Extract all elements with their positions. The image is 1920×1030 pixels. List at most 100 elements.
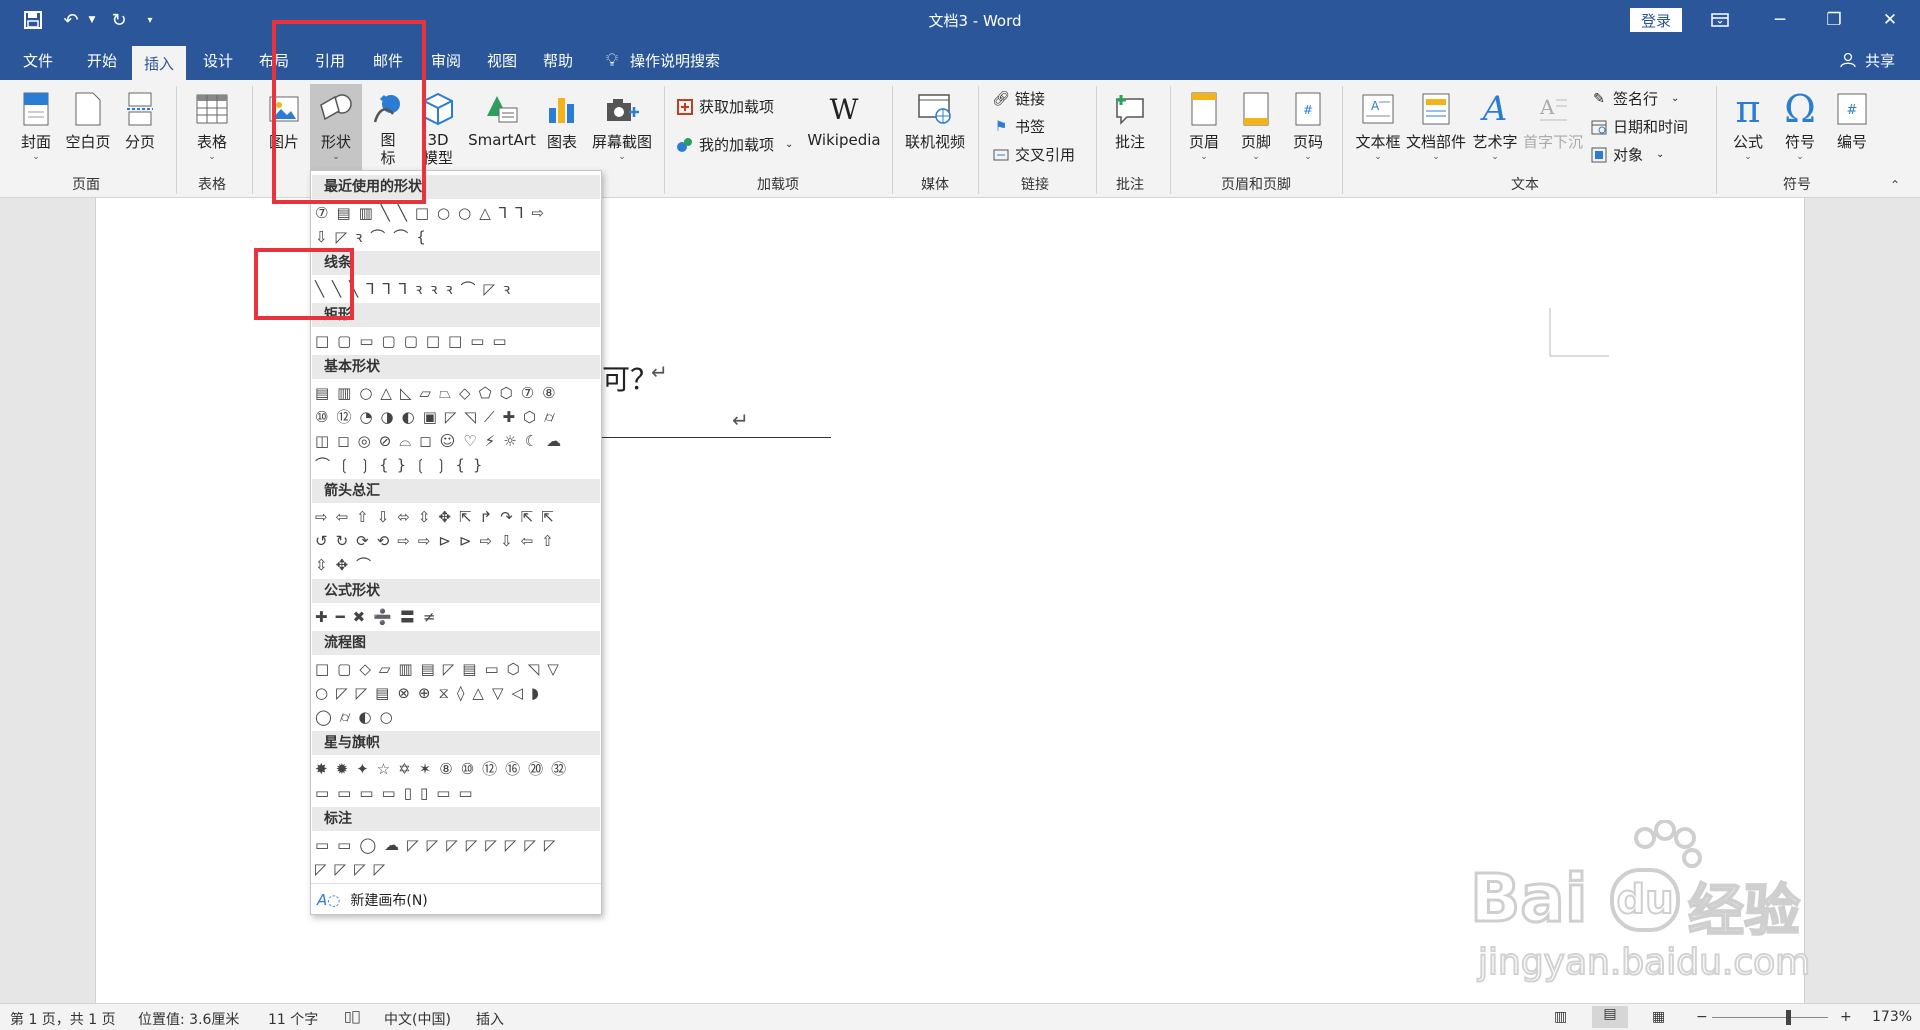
tab-view[interactable]: 视图 <box>474 40 530 80</box>
ribbon-display-icon[interactable] <box>1692 0 1748 40</box>
group-divider <box>978 86 979 194</box>
wikipedia-button[interactable]: W Wikipedia <box>806 90 882 150</box>
symbol-button[interactable]: Ω 符号 ⌄ <box>1776 87 1824 162</box>
shape-row[interactable]: ▤▥○△◺▱⏢◇⬠⬡⑦⑧ <box>315 381 599 405</box>
shape-row[interactable]: ○◸◸▤⊗⊕⧖◊△▽◁◗ <box>315 681 599 705</box>
tab-file[interactable]: 文件 <box>10 40 66 80</box>
blank-page-button[interactable]: 空白页 <box>64 90 112 152</box>
equation-button[interactable]: π 公式 ⌄ <box>1724 87 1772 162</box>
collapse-ribbon-icon[interactable]: ⌃ <box>1890 178 1900 192</box>
blank-page-label: 空白页 <box>65 133 111 151</box>
quick-parts-label: 文档部件 <box>1405 133 1466 151</box>
zoom-in-icon[interactable]: + <box>1840 1009 1852 1025</box>
header-label: 页眉 <box>1188 133 1219 151</box>
save-icon[interactable] <box>20 8 46 32</box>
web-layout-icon[interactable]: ▦ <box>1652 1009 1665 1025</box>
read-mode-icon[interactable]: ▥ <box>1554 1009 1567 1025</box>
tab-help[interactable]: 帮助 <box>530 40 586 80</box>
link-button[interactable]: 🔗︎ 链接 <box>992 88 1045 109</box>
addins-group-label: 加载项 <box>757 177 799 193</box>
page-break-button[interactable]: 分页 <box>120 90 160 152</box>
shape-row[interactable]: ⑩⑫◔◑◐▣◸◹⟋✚⬡⌭ <box>315 405 599 429</box>
footer-button[interactable]: 页脚 ⌄ <box>1234 90 1278 162</box>
language-indicator[interactable]: 中文(中国) <box>384 1009 451 1029</box>
my-addins-label: 我的加载项 <box>699 136 775 154</box>
footer-label: 页脚 <box>1240 133 1271 151</box>
flowchart-grid: □▢◇▱▥▤◸▤▭⬡◹▽ ○◸◸▤⊗⊕⧖◊△▽◁◗ ◯⌭◐○ <box>315 657 599 729</box>
zoom-slider-thumb[interactable] <box>1786 1010 1791 1025</box>
proofing-icon[interactable]: ▯⃞ <box>344 1009 360 1025</box>
undo-dropdown-icon[interactable]: ▼ <box>86 8 98 32</box>
wordart-button[interactable]: A 艺术字 ⌄ <box>1470 89 1520 162</box>
shape-row[interactable]: □▢◇▱▥▤◸▤▭⬡◹▽ <box>315 657 599 681</box>
table-button[interactable]: 表格 ⌄ <box>188 90 236 162</box>
tab-home[interactable]: 开始 <box>74 40 130 80</box>
header-footer-group-label: 页眉和页脚 <box>1221 177 1291 193</box>
tab-insert[interactable]: 插入 <box>132 46 186 80</box>
header-button[interactable]: 页眉 ⌄ <box>1182 90 1226 162</box>
cross-reference-button[interactable]: 交叉引用 <box>992 144 1075 165</box>
recent-shapes-grid: ⑦▤▥╲╲□○○△⅂⅂⇨ ⇩◸ꝛ⌒⌒{ <box>315 201 599 249</box>
zoom-level[interactable]: 173% <box>1872 1009 1912 1025</box>
drop-cap-button[interactable]: A 首字下沉 <box>1522 90 1584 152</box>
new-canvas-button[interactable]: A◌ 新建画布(N) <box>317 887 597 913</box>
chevron-down-icon: ⌄ <box>785 139 794 150</box>
shape-row[interactable]: ◫◻◎⊘⌓◻☺♡⚡☼☾☁ <box>315 429 599 453</box>
get-addins-button[interactable]: 获取加载项 <box>676 96 774 117</box>
shape-row[interactable]: ▭▭▭▭▯▯▭▭ <box>315 781 599 805</box>
zoom-slider-track[interactable] <box>1712 1017 1828 1018</box>
tab-review[interactable]: 审阅 <box>418 40 474 80</box>
restore-icon[interactable]: ❐ <box>1806 0 1862 40</box>
links-group-label: 链接 <box>1021 177 1049 193</box>
screenshot-button[interactable]: 屏幕截图 ⌄ <box>588 90 656 162</box>
numbering-button[interactable]: # 编号 <box>1828 90 1876 152</box>
customize-qat-icon[interactable]: ▾ <box>142 8 158 32</box>
page-number-button[interactable]: # 页码 ⌄ <box>1286 90 1330 162</box>
close-icon[interactable]: ✕ <box>1862 0 1918 40</box>
shape-row[interactable]: ↺↻⟳⟲⇨⇨⊳⊳⇨⇩⇦⇧ <box>315 529 599 553</box>
chart-button[interactable]: 图表 <box>542 90 582 152</box>
search-input[interactable]: 操作说明搜索 <box>630 40 740 80</box>
comment-group-label: 批注 <box>1116 177 1144 193</box>
calendar-icon <box>1590 118 1608 136</box>
minimize-icon[interactable]: ─ <box>1752 0 1808 40</box>
print-layout-icon[interactable]: ▤ <box>1592 1006 1628 1028</box>
shape-row[interactable]: ✸✹✦☆✡✶⑧⑩⑫⑯⑳㉜ <box>315 757 599 781</box>
signature-line-button[interactable]: ✎ 签名行 ⌄ <box>1590 88 1679 109</box>
bookmark-button[interactable]: ⚑ 书签 <box>992 116 1045 137</box>
redo-icon[interactable]: ↻ <box>106 8 132 32</box>
shape-row[interactable]: ◯⌭◐○ <box>315 705 599 729</box>
shape-row[interactable]: □▢▭▢▢□□▭▭ <box>315 329 599 353</box>
object-button[interactable]: 对象 ⌄ <box>1590 144 1664 165</box>
page-count[interactable]: 第 1 页，共 1 页 <box>10 1009 116 1029</box>
zoom-out-icon[interactable]: − <box>1696 1009 1708 1025</box>
quick-parts-button[interactable]: 文档部件 ⌄ <box>1404 90 1468 162</box>
cover-page-button[interactable]: 封面 ⌄ <box>16 90 56 162</box>
share-button[interactable]: 共享 <box>1860 40 1900 80</box>
section-lines: 线条 <box>312 251 600 275</box>
login-button[interactable]: 登录 <box>1630 8 1682 32</box>
shape-row[interactable]: ⇨⇦⇧⇩⬄⇳✥⇱↱↷⇱⇱ <box>315 505 599 529</box>
shape-row[interactable]: ╲╲╲⅂⅂⅂ꝛꝛꝛ⌒◸ꝛ <box>315 277 599 301</box>
insert-mode[interactable]: 插入 <box>476 1009 504 1029</box>
word-count[interactable]: 11 个字 <box>268 1009 318 1029</box>
svg-text:#: # <box>1847 103 1858 118</box>
shape-row[interactable]: ⇩◸ꝛ⌒⌒{ <box>315 225 599 249</box>
shape-row[interactable]: ✚━✖➗〓≠ <box>315 605 599 629</box>
text-group-label: 文本 <box>1511 177 1539 193</box>
date-time-button[interactable]: 日期和时间 <box>1590 116 1688 137</box>
shape-row[interactable]: ▭▭◯☁◸◸◸◸◸◸◸◸ <box>315 833 599 857</box>
shape-row[interactable]: ◸◸◸◸ <box>315 857 599 881</box>
group-divider <box>1342 86 1343 194</box>
online-video-button[interactable]: 联机视频 <box>900 90 970 152</box>
smartart-button[interactable]: SmartArt <box>466 90 538 149</box>
comment-button[interactable]: 批注 <box>1108 90 1152 152</box>
table-label: 表格 <box>196 133 227 151</box>
shape-row[interactable]: ⑦▤▥╲╲□○○△⅂⅂⇨ <box>315 201 599 225</box>
shape-row[interactable]: ⇳✥⌒ <box>315 553 599 577</box>
tab-design[interactable]: 设计 <box>190 40 246 80</box>
undo-icon[interactable]: ↶ <box>58 8 84 32</box>
shape-row[interactable]: ⌒❲❳{}❲❳{} <box>315 453 599 477</box>
textbox-button[interactable]: A 文本框 ⌄ <box>1354 90 1402 162</box>
my-addins-button[interactable]: 我的加载项 ⌄ <box>676 134 793 155</box>
